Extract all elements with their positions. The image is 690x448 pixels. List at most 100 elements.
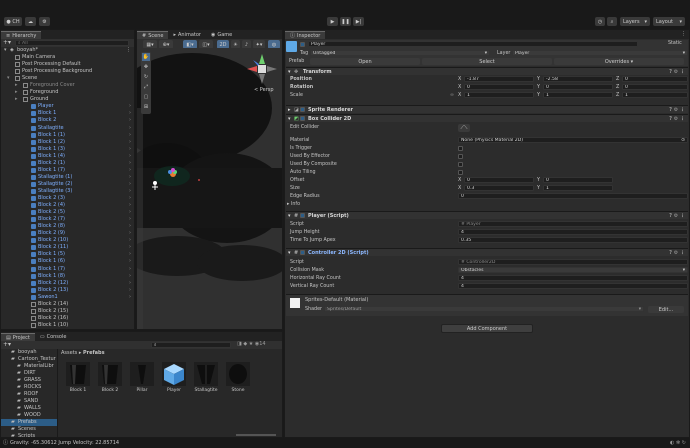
component-menu-icon[interactable]: ? ⚙ ⋮ bbox=[669, 249, 685, 257]
shader-dropdown[interactable]: Sprites/Default ▾ bbox=[324, 306, 644, 312]
v-ray-count-input[interactable]: 4 bbox=[458, 283, 688, 289]
controller-script-enabled-checkbox[interactable] bbox=[300, 250, 305, 255]
open-prefab-icon[interactable]: › bbox=[129, 258, 131, 265]
open-prefab-icon[interactable]: › bbox=[129, 110, 131, 117]
open-prefab-icon[interactable]: › bbox=[129, 132, 131, 139]
rotation-y-input[interactable]: 0 bbox=[543, 84, 613, 90]
component-menu-icon[interactable]: ? ⚙ ⋮ bbox=[669, 115, 685, 123]
hand-tool-button[interactable]: ✋ bbox=[142, 53, 150, 61]
is-trigger-checkbox[interactable] bbox=[458, 146, 463, 151]
component-menu-icon[interactable]: ? ⚙ ⋮ bbox=[669, 212, 685, 220]
hierarchy-row[interactable]: ▸ Foreground Cover bbox=[1, 82, 134, 89]
open-prefab-icon[interactable]: › bbox=[129, 174, 131, 181]
offset-y-input[interactable]: 0 bbox=[543, 177, 613, 183]
layout-dropdown[interactable]: Layout ▾ bbox=[653, 17, 685, 26]
offset-x-input[interactable]: 0 bbox=[464, 177, 534, 183]
lock-icon[interactable]: ⋮ bbox=[681, 31, 686, 37]
persp-label[interactable]: < Persp bbox=[254, 87, 274, 93]
sprite-renderer-header[interactable]: ▸ ◪ Sprite Renderer ? ⚙ ⋮ bbox=[286, 105, 688, 113]
pause-button[interactable]: ❚❚ bbox=[340, 17, 351, 26]
player-script-header[interactable]: ▾ # Player (Script) ? ⚙ ⋮ bbox=[286, 211, 688, 219]
account-button[interactable]: ● CH bbox=[4, 17, 22, 26]
open-prefab-icon[interactable]: › bbox=[129, 103, 131, 110]
project-search-input[interactable]: ⌕ bbox=[151, 342, 231, 348]
chevron-right-icon[interactable]: ▸ bbox=[15, 89, 18, 96]
project-folder-item[interactable]: ▰ Scripts bbox=[1, 433, 57, 437]
zoom-slider[interactable] bbox=[236, 434, 276, 436]
open-prefab-icon[interactable]: › bbox=[129, 146, 131, 153]
scale-tool-button[interactable]: ⤢ bbox=[142, 83, 150, 91]
collab-button[interactable]: ⚙ bbox=[39, 17, 50, 26]
tab-game[interactable]: ◉ Game bbox=[206, 31, 237, 39]
hierarchy-row[interactable]: Block 1 (4) › bbox=[1, 153, 134, 160]
hierarchy-row[interactable]: Sawon1 › bbox=[1, 294, 134, 301]
chevron-right-icon[interactable]: ▸ bbox=[15, 96, 18, 103]
hierarchy-row[interactable]: ▸ Ground bbox=[1, 96, 134, 103]
controller-script-header[interactable]: ▾ # Controller 2D (Script) ? ⚙ ⋮ bbox=[286, 248, 688, 256]
hierarchy-row[interactable]: ▸ Foreground bbox=[1, 89, 134, 96]
hierarchy-row[interactable]: Block 2 (10) › bbox=[1, 237, 134, 244]
position-z-input[interactable]: 0 bbox=[622, 76, 688, 82]
material-field[interactable]: None (Physics Material 2D) ⊙ bbox=[458, 137, 688, 143]
scene-root-row[interactable]: ▾ ◈ booyah* ⋮ bbox=[1, 47, 134, 54]
hierarchy-row[interactable]: Block 2 (1) › bbox=[1, 160, 134, 167]
open-prefab-icon[interactable]: › bbox=[129, 251, 131, 258]
hierarchy-row[interactable]: Block 2 › bbox=[1, 117, 134, 124]
tag-dropdown[interactable]: Untagged ▾ bbox=[310, 50, 490, 56]
open-prefab-icon[interactable]: › bbox=[129, 181, 131, 188]
open-prefab-icon[interactable]: › bbox=[129, 139, 131, 146]
rotation-x-input[interactable]: 0 bbox=[464, 84, 534, 90]
hierarchy-row[interactable]: Block 2 (9) › bbox=[1, 230, 134, 237]
prefab-open-button[interactable]: Open bbox=[310, 58, 420, 65]
tab-scene[interactable]: # Scene bbox=[137, 31, 169, 39]
hierarchy-row[interactable]: Stallagtite (1) › bbox=[1, 174, 134, 181]
create-asset-button[interactable]: +▾ bbox=[3, 341, 11, 348]
hierarchy-row[interactable]: Block 2 (15) bbox=[1, 308, 134, 315]
shader-edit-button[interactable]: Edit... bbox=[648, 306, 684, 313]
hierarchy-row[interactable]: Post Processing Background bbox=[1, 68, 134, 75]
filter-icons[interactable]: ◨ ◆ ★ ◉14 bbox=[237, 341, 266, 347]
open-prefab-icon[interactable]: › bbox=[129, 287, 131, 294]
hierarchy-row[interactable]: Block 1 › bbox=[1, 110, 134, 117]
hierarchy-row[interactable]: ▾ Scene bbox=[1, 75, 134, 82]
used-by-composite-checkbox[interactable] bbox=[458, 162, 463, 167]
open-prefab-icon[interactable]: › bbox=[129, 209, 131, 216]
rect-tool-button[interactable]: ▢ bbox=[142, 93, 150, 101]
open-prefab-icon[interactable]: › bbox=[129, 244, 131, 251]
hierarchy-row[interactable]: Block 1 (1) › bbox=[1, 132, 134, 139]
hierarchy-row[interactable]: Block 2 (8) › bbox=[1, 223, 134, 230]
hierarchy-row[interactable]: Block 2 (12) › bbox=[1, 280, 134, 287]
hierarchy-row[interactable]: Block 1 (7) › bbox=[1, 167, 134, 174]
asset-item[interactable]: Block 1 bbox=[64, 362, 92, 393]
edge-radius-input[interactable]: 0 bbox=[458, 193, 688, 199]
breadcrumb-root[interactable]: Assets bbox=[61, 350, 77, 356]
link-icon[interactable]: ∞ bbox=[450, 93, 454, 98]
edit-collider-button[interactable]: ⟋⟍ bbox=[458, 124, 470, 132]
hierarchy-row[interactable]: Block 1 (3) › bbox=[1, 146, 134, 153]
asset-item[interactable]: Stallagtite bbox=[192, 362, 220, 393]
hierarchy-row[interactable]: Block 2 (3) › bbox=[1, 195, 134, 202]
hierarchy-row[interactable]: Block 2 (4) › bbox=[1, 202, 134, 209]
play-button[interactable]: ▶ bbox=[327, 17, 338, 26]
scene-viewport[interactable]: ✋ ✥ ↻ ⤢ ▢ ⊞ < Persp bbox=[137, 48, 282, 329]
scale-z-input[interactable]: 1 bbox=[622, 92, 688, 98]
hierarchy-row[interactable]: Block 2 (13) › bbox=[1, 287, 134, 294]
prefab-overrides-dropdown[interactable]: Overrides ▾ bbox=[554, 58, 684, 65]
tab-inspector[interactable]: ⓘ Inspector bbox=[285, 31, 326, 39]
object-picker-icon[interactable]: ⊙ bbox=[681, 138, 685, 142]
scale-y-input[interactable]: 1 bbox=[543, 92, 613, 98]
hierarchy-row[interactable]: Block 1 (8) › bbox=[1, 273, 134, 280]
hierarchy-row[interactable]: Player › bbox=[1, 103, 134, 110]
hierarchy-row[interactable]: Block 2 (5) › bbox=[1, 209, 134, 216]
size-x-input[interactable]: 0.3 bbox=[464, 185, 534, 191]
open-prefab-icon[interactable]: › bbox=[129, 266, 131, 273]
open-prefab-icon[interactable]: › bbox=[129, 188, 131, 195]
open-prefab-icon[interactable]: › bbox=[129, 153, 131, 160]
hierarchy-row[interactable]: Post Processing Default bbox=[1, 61, 134, 68]
step-button[interactable]: ▶| bbox=[353, 17, 364, 26]
sprite-renderer-enabled-checkbox[interactable] bbox=[300, 107, 305, 112]
tab-animator[interactable]: ▸ Animator bbox=[168, 31, 206, 39]
scale-x-input[interactable]: 1 bbox=[464, 92, 534, 98]
time-to-apex-input[interactable]: 0.35 bbox=[458, 237, 688, 243]
rotate-tool-button[interactable]: ↻ bbox=[142, 73, 150, 81]
